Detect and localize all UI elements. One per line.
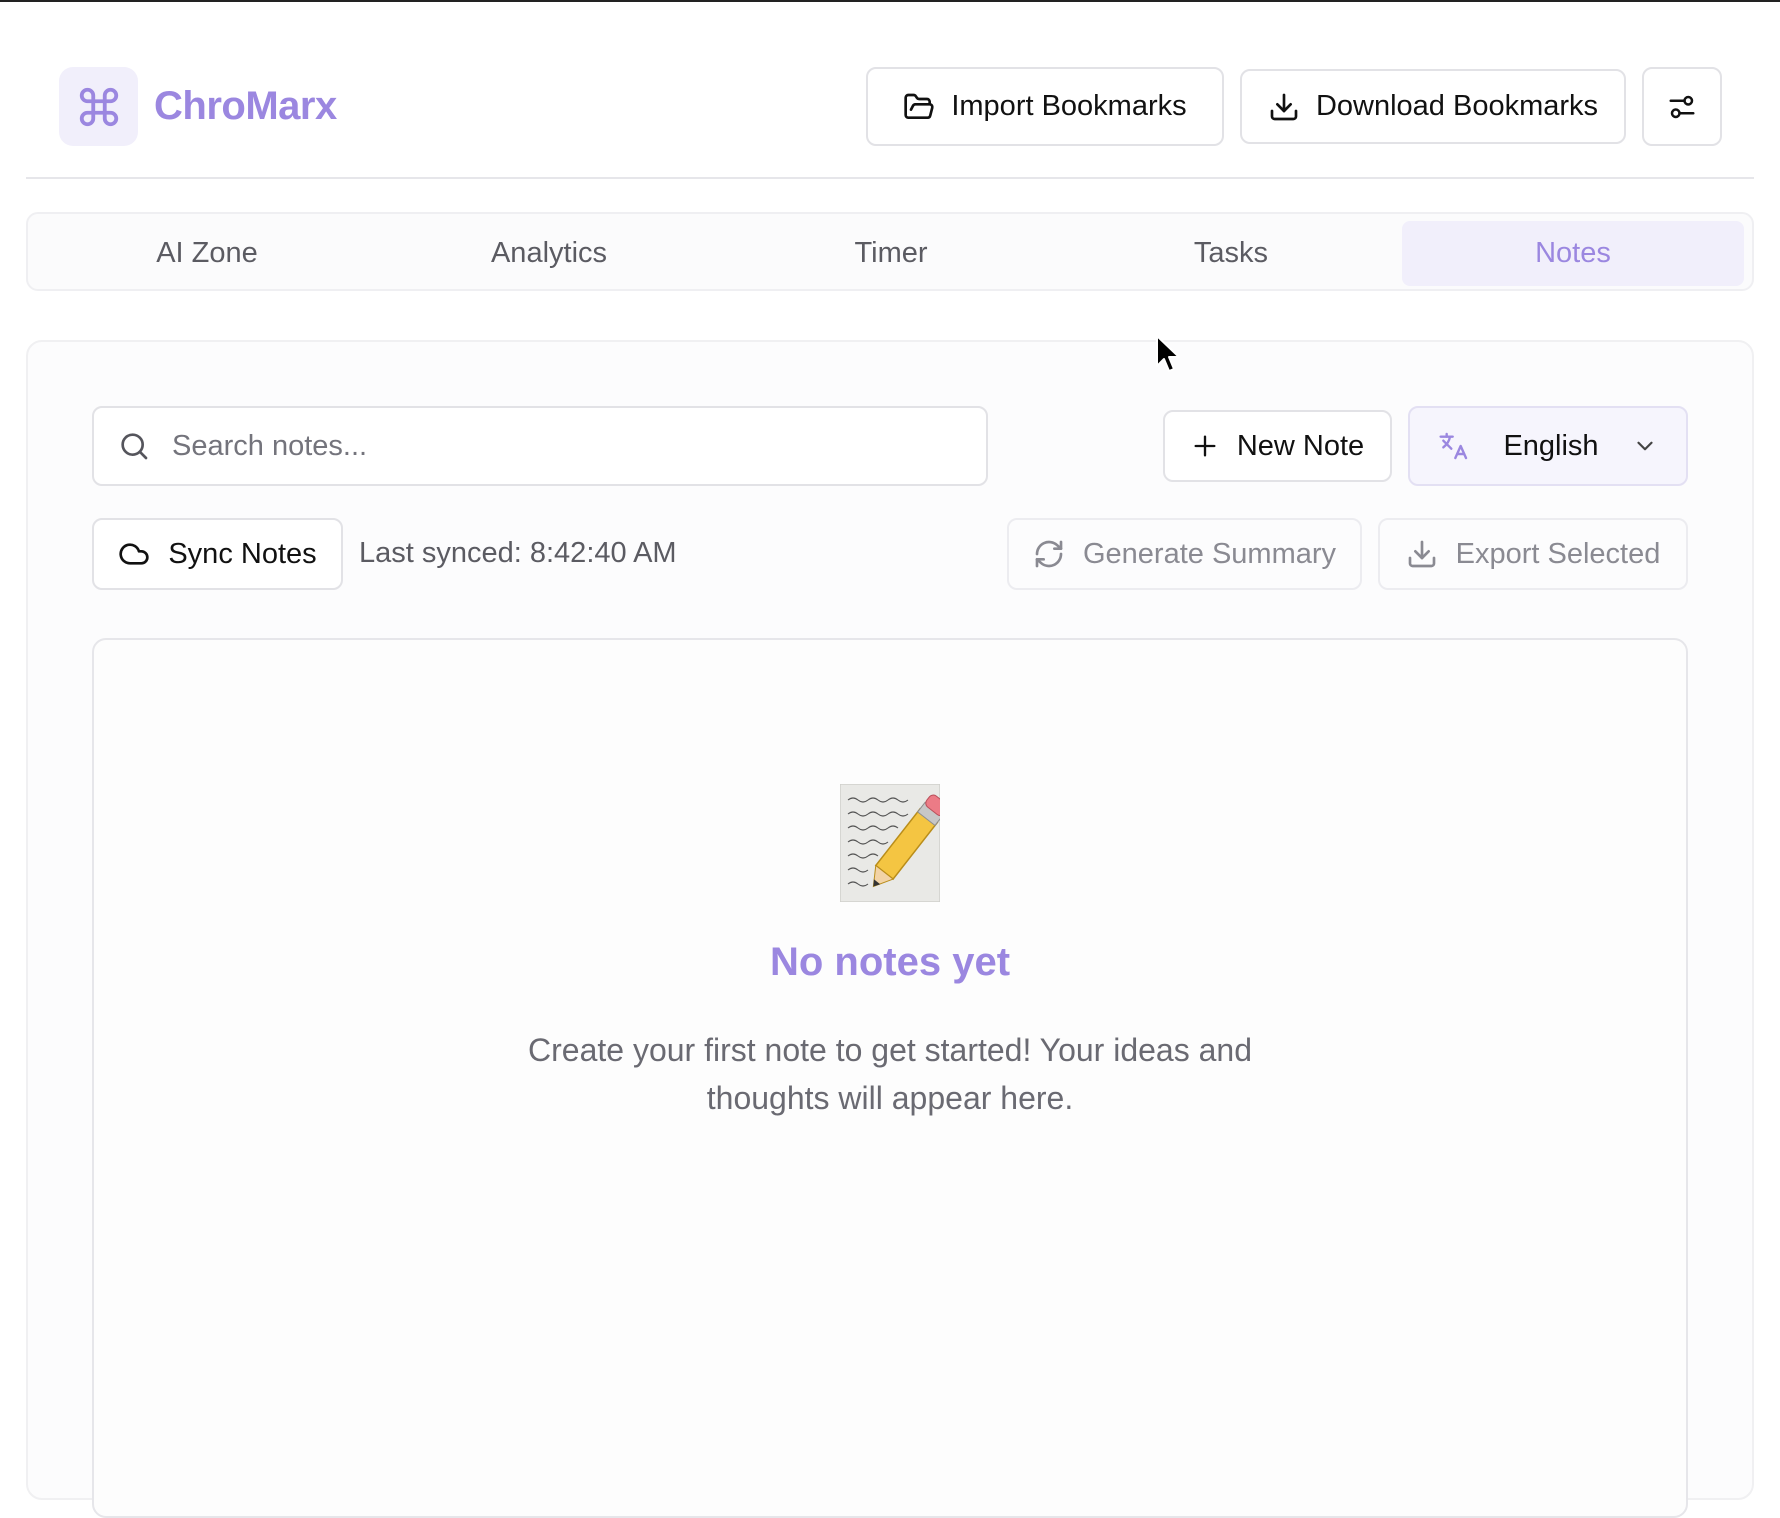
app-title: ChroMarx — [154, 84, 337, 128]
plus-icon — [1194, 435, 1216, 457]
mouse-cursor-icon — [1156, 335, 1180, 372]
language-value: English — [1503, 429, 1599, 462]
cloud-icon — [119, 543, 149, 565]
sync-notes-button[interactable]: Sync Notes — [92, 518, 343, 590]
tab-timer[interactable]: Timer — [720, 221, 1062, 286]
language-select[interactable]: English — [1408, 406, 1688, 486]
import-bookmarks-label: Import Bookmarks — [951, 90, 1187, 122]
generate-summary-label: Generate Summary — [1082, 537, 1337, 570]
app-logo — [59, 67, 138, 146]
translate-icon — [1439, 432, 1468, 460]
folder-open-icon — [904, 93, 934, 119]
new-note-label: New Note — [1236, 429, 1365, 462]
refresh-icon — [1035, 540, 1063, 568]
export-selected-button[interactable]: Export Selected — [1378, 518, 1688, 590]
window-top-border — [0, 0, 1780, 2]
new-note-button[interactable]: New Note — [1163, 410, 1392, 482]
sync-notes-label: Sync Notes — [168, 537, 317, 570]
settings-button[interactable] — [1642, 67, 1722, 146]
tab-ai-zone[interactable]: AI Zone — [36, 221, 378, 286]
export-selected-label: Export Selected — [1455, 537, 1661, 570]
download-icon — [1270, 93, 1298, 120]
header-divider — [26, 177, 1754, 179]
sliders-icon — [1669, 95, 1695, 118]
download-icon — [1408, 540, 1435, 568]
search-icon — [121, 433, 148, 460]
download-bookmarks-button[interactable]: Download Bookmarks — [1240, 69, 1626, 144]
download-bookmarks-label: Download Bookmarks — [1315, 90, 1599, 122]
search-input[interactable] — [170, 428, 954, 464]
memo-icon — [840, 784, 940, 902]
tab-tasks[interactable]: Tasks — [1060, 221, 1402, 286]
chevron-down-icon — [1637, 441, 1653, 451]
generate-summary-button[interactable]: Generate Summary — [1007, 518, 1362, 590]
empty-state-title: No notes yet — [769, 940, 1011, 984]
tab-analytics[interactable]: Analytics — [378, 221, 720, 286]
command-icon — [79, 87, 118, 126]
tab-notes[interactable]: Notes — [1402, 221, 1744, 286]
last-synced-text: Last synced: 8:42:40 AM — [359, 537, 677, 569]
empty-state-description: Create your first note to get started! Y… — [528, 1032, 1252, 1116]
search-box[interactable] — [92, 406, 988, 486]
import-bookmarks-button[interactable]: Import Bookmarks — [866, 67, 1224, 146]
